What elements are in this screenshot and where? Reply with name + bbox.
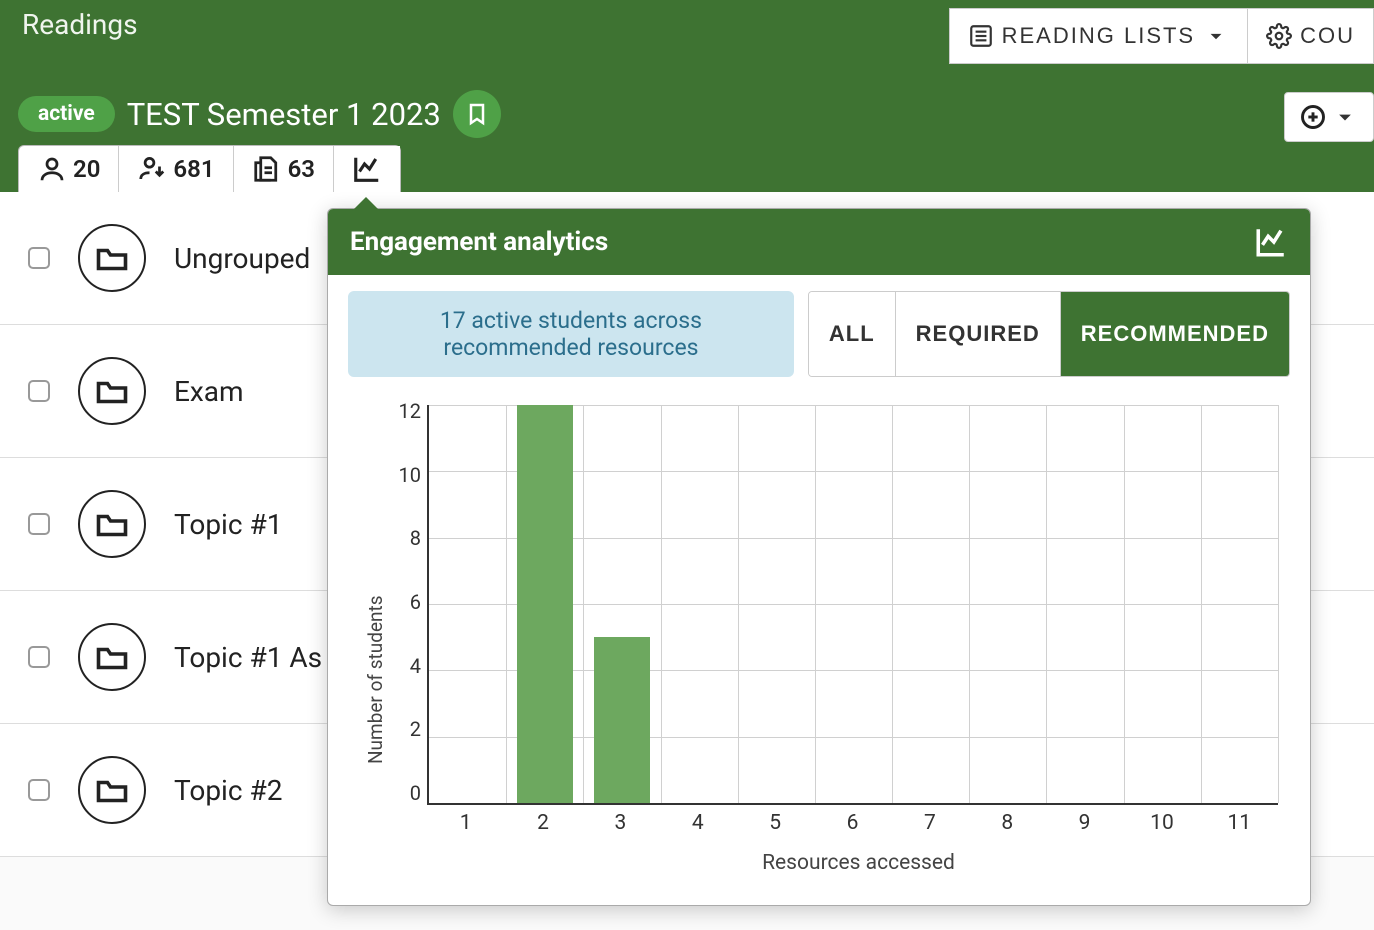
group-checkbox[interactable] — [28, 646, 50, 668]
folder-icon — [94, 772, 130, 808]
x-tick: 7 — [924, 811, 936, 835]
group-label: Topic #1 As — [174, 641, 322, 674]
group-label: Ungrouped — [174, 242, 310, 275]
x-tick: 3 — [615, 811, 627, 835]
filter-tabs: ALL REQUIRED RECOMMENDED — [808, 291, 1290, 377]
y-ticks: 12 10 8 6 4 2 0 — [387, 395, 421, 875]
y-tick: 12 — [387, 399, 421, 423]
folder-icon — [94, 639, 130, 675]
group-label: Topic #1 — [174, 508, 282, 541]
x-tick: 2 — [537, 811, 549, 835]
x-axis-label: Resources accessed — [427, 851, 1290, 875]
bookmark-button[interactable] — [453, 90, 501, 138]
folder-icon-circle — [78, 224, 146, 292]
y-tick: 8 — [387, 526, 421, 550]
y-tick: 2 — [387, 717, 421, 741]
chart-icon — [1254, 225, 1288, 259]
reading-lists-dropdown[interactable]: READING LISTS — [949, 8, 1248, 64]
document-icon — [252, 154, 282, 184]
info-chip: 17 active students across recommended re… — [348, 291, 794, 377]
list-icon — [968, 23, 994, 49]
course-title: TEST Semester 1 2023 — [127, 96, 441, 133]
y-tick: 10 — [387, 463, 421, 487]
course-settings-label: COU — [1300, 23, 1355, 49]
x-tick: 8 — [1001, 811, 1013, 835]
chevron-down-icon — [1331, 103, 1359, 131]
stats-bar: 20 681 63 — [18, 145, 401, 192]
engagement-chart: Number of students 121086420 12345678910… — [348, 395, 1290, 875]
user-icon — [37, 154, 67, 184]
reading-lists-label: READING LISTS — [1002, 23, 1195, 49]
tab-all[interactable]: ALL — [809, 292, 896, 376]
status-badge: active — [18, 96, 115, 132]
group-checkbox[interactable] — [28, 247, 50, 269]
chart-bar — [594, 637, 650, 803]
chart-bar — [517, 405, 573, 803]
analytics-popover: Engagement analytics 17 active students … — [327, 208, 1311, 906]
y-tick: 6 — [387, 590, 421, 614]
folder-icon — [94, 240, 130, 276]
user-download-icon — [137, 154, 167, 184]
group-checkbox[interactable] — [28, 380, 50, 402]
tab-required[interactable]: REQUIRED — [896, 292, 1061, 376]
x-tick: 4 — [692, 811, 704, 835]
tab-recommended[interactable]: RECOMMENDED — [1061, 292, 1289, 376]
folder-icon-circle — [78, 756, 146, 824]
course-settings-button[interactable]: COU — [1248, 8, 1374, 64]
gear-icon — [1266, 23, 1292, 49]
folder-icon — [94, 373, 130, 409]
chevron-down-icon — [1203, 23, 1229, 49]
group-label: Exam — [174, 375, 244, 408]
group-checkbox[interactable] — [28, 513, 50, 535]
popover-title: Engagement analytics — [350, 227, 608, 257]
add-button[interactable] — [1284, 92, 1374, 142]
x-tick: 11 — [1228, 811, 1252, 835]
page-title: Readings — [22, 8, 138, 41]
plus-circle-icon — [1299, 103, 1327, 131]
folder-icon-circle — [78, 490, 146, 558]
x-tick: 9 — [1079, 811, 1091, 835]
stat-views-value: 681 — [173, 155, 214, 183]
y-tick: 4 — [387, 654, 421, 678]
folder-icon-circle — [78, 623, 146, 691]
stat-analytics[interactable] — [334, 146, 400, 192]
stat-items[interactable]: 63 — [234, 146, 334, 192]
folder-icon — [94, 506, 130, 542]
chart-icon — [352, 154, 382, 184]
y-tick: 0 — [387, 781, 421, 805]
group-label: Topic #2 — [174, 774, 282, 807]
stat-students-value: 20 — [73, 155, 100, 183]
stat-items-value: 63 — [288, 155, 315, 183]
x-tick: 10 — [1150, 811, 1174, 835]
bookmark-icon — [465, 102, 489, 126]
x-tick: 5 — [769, 811, 781, 835]
x-tick: 6 — [847, 811, 859, 835]
folder-icon-circle — [78, 357, 146, 425]
group-checkbox[interactable] — [28, 779, 50, 801]
stat-students[interactable]: 20 — [19, 146, 119, 192]
stat-views[interactable]: 681 — [119, 146, 233, 192]
x-tick: 1 — [460, 811, 472, 835]
y-axis-label: Number of students — [358, 395, 387, 875]
